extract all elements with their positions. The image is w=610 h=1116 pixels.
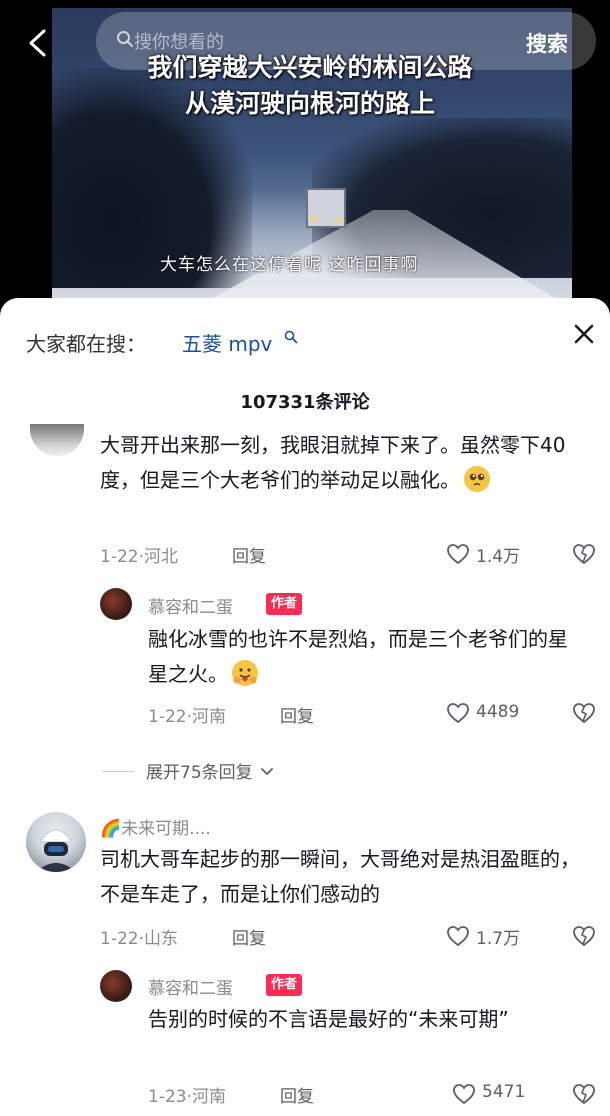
reply-username[interactable]: 慕容和二蛋	[148, 593, 233, 618]
pleading-face-icon	[464, 466, 490, 492]
heart-icon[interactable]	[446, 543, 470, 565]
suggested-search-term[interactable]: 五菱 mpv	[182, 328, 272, 357]
reply-button[interactable]: 回复	[280, 702, 314, 727]
avatar[interactable]	[30, 424, 84, 456]
dislike-icon[interactable]	[572, 1083, 596, 1105]
author-badge: 作者	[266, 593, 303, 615]
everyone-search-label: 大家都在搜：	[26, 332, 146, 356]
reply-username[interactable]: 慕容和二蛋	[148, 974, 233, 999]
reply-button[interactable]: 回复	[280, 1082, 314, 1107]
back-icon[interactable]	[26, 28, 48, 58]
heart-icon[interactable]	[446, 925, 470, 947]
expand-replies-button[interactable]: 展开75条回复	[146, 758, 274, 783]
close-icon[interactable]	[572, 322, 596, 346]
comment-text[interactable]: 大哥开出来那一刻，我眼泪就掉下来了。虽然零下40度，但是三个大老爷们的举动足以融…	[100, 428, 580, 498]
avatar[interactable]	[26, 812, 86, 872]
like-count: 5471	[482, 1082, 526, 1102]
video-subtitle: 大车怎么在这停着呢 这咋回事啊	[160, 255, 419, 275]
like-count: 1.4万	[476, 547, 521, 567]
video-player[interactable]: 搜你想看的 搜索 我们穿越大兴安岭的林间公路 从漠河驶向根河的路上 大车怎么在这…	[0, 0, 610, 320]
search-icon[interactable]	[284, 330, 298, 344]
heart-icon[interactable]	[446, 702, 470, 724]
comment-username[interactable]: 🌈未来可期....	[100, 814, 211, 839]
truck	[306, 188, 346, 228]
dislike-icon[interactable]	[572, 925, 596, 947]
video-caption-line2: 从漠河驶向根河的路上	[184, 89, 435, 118]
reply-button[interactable]: 回复	[232, 924, 266, 949]
reply-text[interactable]: 融化冰雪的也许不是烈焰，而是三个老爷们的星星之火。	[148, 622, 580, 692]
comment-date-location: 1-22·河北	[100, 547, 178, 567]
reply-date-location: 1-23·河南	[148, 1087, 226, 1107]
chevron-down-icon	[261, 768, 273, 775]
reply-text[interactable]: 告别的时候的不言语是最好的“未来可期”	[148, 1002, 580, 1037]
reply-date-location: 1-22·河南	[148, 707, 226, 727]
avatar[interactable]	[100, 588, 132, 620]
reply-button[interactable]: 回复	[232, 542, 266, 567]
search-icon	[117, 31, 133, 47]
comment-date-location: 1-22·山东	[100, 929, 178, 949]
avatar[interactable]	[100, 970, 132, 1002]
like-count: 4489	[476, 702, 520, 722]
like-count: 1.7万	[476, 929, 521, 949]
hugging-face-icon	[232, 660, 258, 686]
dislike-icon[interactable]	[572, 702, 596, 724]
video-caption-line1: 我们穿越大兴安岭的林间公路	[147, 53, 473, 82]
comment-sheet: 大家都在搜： 五菱 mpv 107331条评论 大哥开出来那一刻，我眼泪就掉下来…	[0, 298, 610, 1116]
comment-count: 107331条评论	[240, 392, 370, 413]
comment-text[interactable]: 司机大哥车起步的那一瞬间，大哥绝对是热泪盈眶的，不是车走了，而是让你们感动的	[100, 842, 580, 912]
heart-icon[interactable]	[452, 1083, 476, 1105]
divider	[102, 771, 134, 772]
dislike-icon[interactable]	[572, 543, 596, 565]
author-badge: 作者	[266, 974, 303, 996]
avatar-figure	[36, 829, 76, 872]
